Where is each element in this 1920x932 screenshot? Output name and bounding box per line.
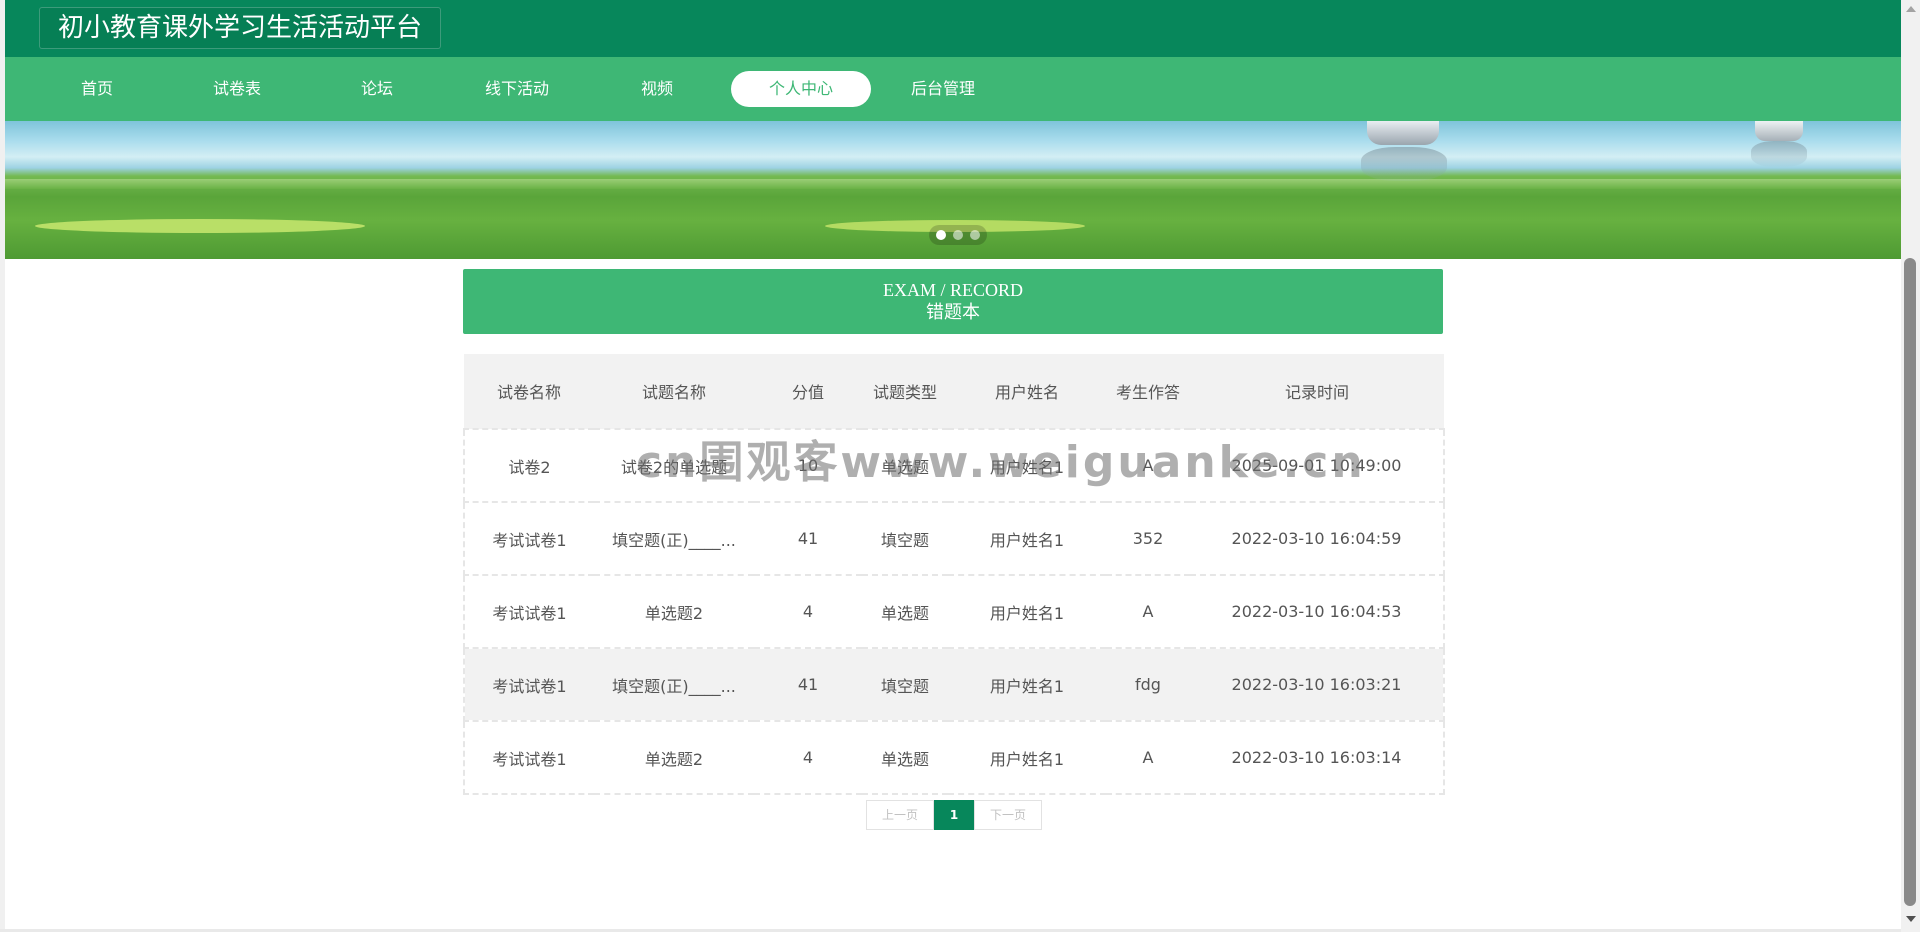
cell-question-type: 填空题 — [862, 502, 948, 576]
wrong-questions-table-wrap: 试卷名称 试题名称 分值 试题类型 用户姓名 考生作答 记录时间 试卷2 试卷2… — [463, 354, 1445, 795]
scrollbar-thumb[interactable] — [1904, 258, 1916, 906]
section-title-cn: 错题本 — [926, 302, 980, 323]
table-row[interactable]: 考试试卷1 填空题(正)____... 41 填空题 用户姓名1 352 202… — [463, 502, 1445, 576]
page-number-current[interactable]: 1 — [934, 800, 974, 830]
cell-record-time: 2022-03-10 16:04:59 — [1190, 502, 1445, 576]
nav-item-exam-list[interactable]: 试卷表 — [167, 71, 307, 107]
cell-question-type: 单选题 — [862, 429, 948, 503]
nav-item-video[interactable]: 视频 — [587, 71, 727, 107]
banner-shore — [5, 179, 1901, 189]
banner-boat — [1367, 121, 1439, 145]
col-header-user-name: 用户姓名 — [948, 354, 1106, 430]
table-row[interactable]: 考试试卷1 单选题2 4 单选题 用户姓名1 A 2022-03-10 16:0… — [463, 721, 1445, 795]
col-header-record-time: 记录时间 — [1190, 354, 1444, 430]
cell-question-name: 填空题(正)____... — [594, 648, 754, 722]
vertical-scrollbar[interactable] — [1901, 0, 1920, 932]
cell-score: 41 — [754, 502, 862, 576]
cell-user-name: 用户姓名1 — [948, 648, 1106, 722]
cell-question-type: 填空题 — [862, 648, 948, 722]
col-header-answer: 考生作答 — [1106, 354, 1190, 430]
carousel-dot-1[interactable] — [936, 230, 946, 240]
cell-score: 10 — [754, 429, 862, 503]
cell-record-time: 2022-03-10 16:04:53 — [1190, 575, 1445, 649]
cell-question-type: 单选题 — [862, 721, 948, 795]
cell-question-name: 填空题(正)____... — [594, 502, 754, 576]
col-header-question-name: 试题名称 — [594, 354, 754, 430]
cell-exam-name: 考试试卷1 — [463, 721, 594, 795]
cell-exam-name: 考试试卷1 — [463, 648, 594, 722]
cell-exam-name: 试卷2 — [463, 429, 594, 503]
carousel-dot-3[interactable] — [970, 230, 980, 240]
cell-exam-name: 考试试卷1 — [463, 575, 594, 649]
cell-user-name: 用户姓名1 — [948, 502, 1106, 576]
scroll-up-arrow-icon[interactable] — [1906, 6, 1916, 12]
cell-answer: fdg — [1106, 648, 1190, 722]
wrong-questions-table: 试卷名称 试题名称 分值 试题类型 用户姓名 考生作答 记录时间 试卷2 试卷2… — [463, 354, 1445, 795]
cell-question-type: 单选题 — [862, 575, 948, 649]
next-page-button[interactable]: 下一页 — [974, 800, 1042, 830]
banner-boat-reflection — [1751, 141, 1807, 167]
cell-question-name: 单选题2 — [594, 721, 754, 795]
cell-answer: A — [1106, 429, 1190, 503]
banner-carousel[interactable] — [5, 121, 1901, 259]
col-header-question-type: 试题类型 — [862, 354, 948, 430]
cell-answer: A — [1106, 721, 1190, 795]
cell-exam-name: 考试试卷1 — [463, 502, 594, 576]
cell-score: 4 — [754, 575, 862, 649]
cell-record-time: 2022-03-10 16:03:14 — [1190, 721, 1445, 795]
nav-item-offline-activity[interactable]: 线下活动 — [447, 71, 587, 107]
prev-page-button[interactable]: 上一页 — [866, 800, 934, 830]
cell-question-name: 单选题2 — [594, 575, 754, 649]
carousel-dot-2[interactable] — [953, 230, 963, 240]
cell-answer: A — [1106, 575, 1190, 649]
banner-boat-reflection — [1361, 147, 1447, 181]
nav-item-home[interactable]: 首页 — [27, 71, 167, 107]
cell-record-time: 2025-09-01 10:49:00 — [1190, 429, 1445, 503]
carousel-indicator — [929, 225, 987, 245]
nav-item-admin[interactable]: 后台管理 — [873, 71, 1013, 107]
table-row[interactable]: 考试试卷1 单选题2 4 单选题 用户姓名1 A 2022-03-10 16:0… — [463, 575, 1445, 649]
cell-score: 41 — [754, 648, 862, 722]
main-nav: 首页 试卷表 论坛 线下活动 视频 个人中心 后台管理 — [5, 57, 1901, 121]
cell-user-name: 用户姓名1 — [948, 575, 1106, 649]
cell-user-name: 用户姓名1 — [948, 429, 1106, 503]
cell-question-name: 试卷2的单选题 — [594, 429, 754, 503]
col-header-score: 分值 — [754, 354, 862, 430]
col-header-exam-name: 试卷名称 — [464, 354, 594, 430]
page: 初小教育课外学习生活活动平台 首页 试卷表 论坛 线下活动 视频 个人中心 后台… — [0, 0, 1920, 932]
banner-boat — [1755, 121, 1803, 141]
table-row[interactable]: 考试试卷1 填空题(正)____... 41 填空题 用户姓名1 fdg 202… — [463, 648, 1445, 722]
section-title-en: EXAM / RECORD — [882, 280, 1023, 300]
cell-user-name: 用户姓名1 — [948, 721, 1106, 795]
table-row[interactable]: 试卷2 试卷2的单选题 10 单选题 用户姓名1 A 2025-09-01 10… — [463, 429, 1445, 503]
scroll-down-arrow-icon[interactable] — [1906, 916, 1916, 922]
site-title[interactable]: 初小教育课外学习生活活动平台 — [39, 7, 442, 49]
cell-score: 4 — [754, 721, 862, 795]
banner-green-patch — [35, 219, 365, 233]
cell-answer: 352 — [1106, 502, 1190, 576]
section-header: EXAM / RECORD 错题本 — [463, 269, 1443, 334]
table-header-row: 试卷名称 试题名称 分值 试题类型 用户姓名 考生作答 记录时间 — [464, 354, 1444, 430]
site-header: 初小教育课外学习生活活动平台 — [5, 0, 1901, 57]
nav-item-personal-center[interactable]: 个人中心 — [731, 71, 871, 107]
nav-item-forum[interactable]: 论坛 — [307, 71, 447, 107]
cell-record-time: 2022-03-10 16:03:21 — [1190, 648, 1445, 722]
pagination: 上一页 1 下一页 — [866, 800, 1042, 830]
